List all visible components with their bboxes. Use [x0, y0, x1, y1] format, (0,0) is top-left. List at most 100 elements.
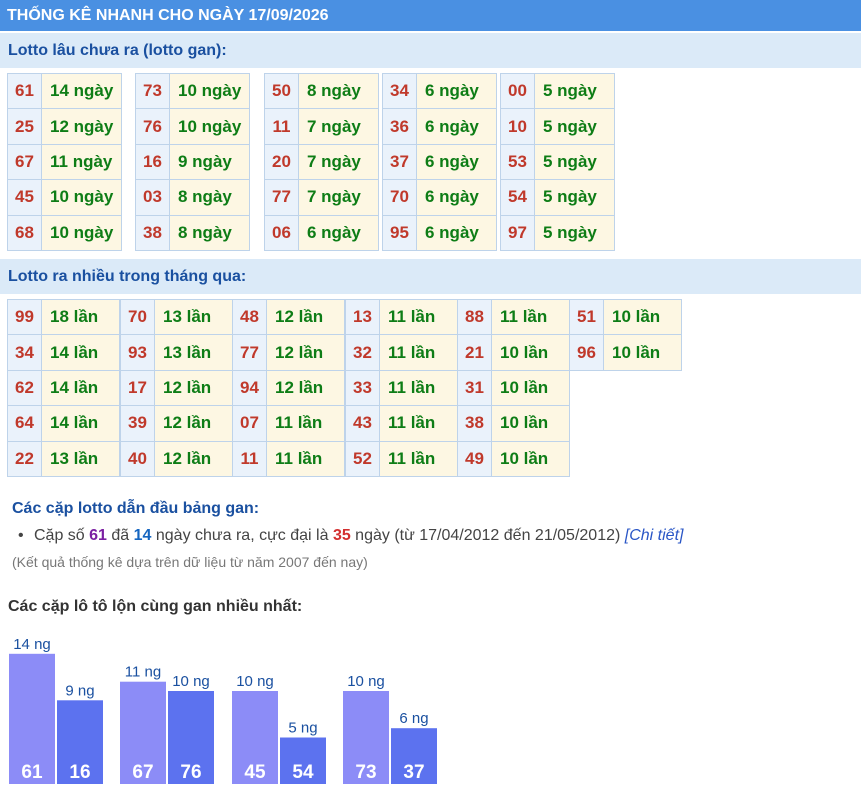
gan-count: 9 ngày: [169, 143, 250, 181]
freq-number: 52: [345, 440, 380, 477]
gan-table-2: 73 10 ngày 76 10 ngày 16 9 ngày 03 8 ngày 38 8 ng…: [135, 72, 250, 251]
gan-count: 5 ngày: [534, 214, 615, 251]
pair-bar-number-label: 45: [244, 762, 266, 783]
freq-number: 77: [232, 334, 267, 371]
detail-link[interactable]: [Chi tiết]: [625, 527, 684, 544]
gan-number: 54: [500, 179, 535, 216]
freq-table-3: 48 12 lần 77 12 lần 94 12 lần 07 11 lần 11 11 lần: [232, 298, 345, 477]
table-row: 34 6 ngày: [382, 72, 497, 110]
table-row: 10 5 ngày: [500, 108, 615, 145]
pair-bar-days-label: 5 ng: [288, 720, 317, 737]
gan-count: 5 ngày: [534, 143, 615, 181]
pair-chart-title: Các cặp lô tô lộn cùng gan nhiều nhất:: [8, 598, 303, 615]
gan-count: 6 ngày: [298, 214, 379, 251]
freq-number: 33: [345, 369, 380, 407]
freq-number: 99: [7, 298, 42, 336]
data-source-note: (Kết quả thống kê dựa trên dữ liệu từ nă…: [12, 554, 368, 570]
pair-bar-days-label: 10 ng: [172, 673, 210, 690]
freq-count: 11 lần: [379, 298, 458, 336]
freq-number: 21: [457, 334, 492, 371]
table-row: 77 12 lần: [232, 334, 345, 371]
freq-number: 31: [457, 369, 492, 407]
gan-number: 06: [264, 214, 299, 251]
freq-table-6: 51 10 lần 96 10 lần: [569, 298, 682, 371]
freq-count: 11 lần: [379, 334, 458, 371]
freq-count: 12 lần: [266, 298, 345, 336]
gan-table-4: 34 6 ngày 36 6 ngày 37 6 ngày 70 6 ngày 95 6 ngày: [382, 72, 497, 251]
gan-number: 68: [7, 214, 42, 251]
table-row: 62 14 lần: [7, 369, 120, 407]
gan-number: 34: [382, 72, 417, 110]
gan-number: 00: [500, 72, 535, 110]
table-row: 07 11 lần: [232, 405, 345, 442]
freq-table-5: 88 11 lần 21 10 lần 31 10 lần 38 10 lần 49 10 lần: [457, 298, 570, 477]
table-row: 31 10 lần: [457, 369, 570, 407]
freq-count: 18 lần: [41, 298, 120, 336]
gan-number: 97: [500, 214, 535, 251]
freq-count: 12 lần: [266, 334, 345, 371]
pair-bar-days-label: 10 ng: [236, 673, 274, 690]
gan-count: 7 ngày: [298, 179, 379, 216]
table-row: 99 18 lần: [7, 298, 120, 336]
table-row: 96 10 lần: [569, 334, 682, 371]
freq-count: 10 lần: [491, 334, 570, 371]
pair-bar-days-label: 10 ng: [347, 673, 385, 690]
lead-summary: • Cặp số 61 đã 14 ngày chưa ra, cực đại l…: [18, 527, 683, 545]
table-row: 38 10 lần: [457, 405, 570, 442]
gan-count: 7 ngày: [298, 108, 379, 145]
gan-table-3: 50 8 ngày 11 7 ngày 20 7 ngày 77 7 ngày 06 6 ngày: [264, 72, 379, 251]
gan-count: 5 ngày: [534, 179, 615, 216]
table-row: 76 10 ngày: [135, 108, 250, 145]
table-row: 16 9 ngày: [135, 143, 250, 181]
gan-count: 7 ngày: [298, 143, 379, 181]
gan-count: 6 ngày: [416, 108, 497, 145]
table-row: 50 8 ngày: [264, 72, 379, 110]
gan-table-1: 61 14 ngày 25 12 ngày 67 11 ngày 45 10 ngày 68 10…: [7, 72, 122, 251]
freq-count: 11 lần: [266, 405, 345, 442]
freq-number: 48: [232, 298, 267, 336]
table-row: 00 5 ngày: [500, 72, 615, 110]
gan-count: 12 ngày: [41, 108, 122, 145]
gan-count: 6 ngày: [416, 214, 497, 251]
gan-number: 10: [500, 108, 535, 145]
pair-bar-number-label: 67: [132, 762, 153, 783]
gan-count: 6 ngày: [416, 179, 497, 216]
gan-count: 5 ngày: [534, 72, 615, 110]
table-row: 11 7 ngày: [264, 108, 379, 145]
gan-count: 14 ngày: [41, 72, 122, 110]
table-row: 52 11 lần: [345, 440, 458, 477]
table-row: 70 6 ngày: [382, 179, 497, 216]
table-row: 39 12 lần: [120, 405, 233, 442]
pair-bar-number-label: 54: [292, 762, 314, 783]
freq-table-4: 13 11 lần 32 11 lần 33 11 lần 43 11 lần 52 11 lần: [345, 298, 458, 477]
table-row: 03 8 ngày: [135, 179, 250, 216]
table-row: 21 10 lần: [457, 334, 570, 371]
table-row: 53 5 ngày: [500, 143, 615, 181]
gan-number: 38: [135, 214, 170, 251]
freq-count: 14 lần: [41, 369, 120, 407]
gan-count: 8 ngày: [169, 179, 250, 216]
table-row: 48 12 lần: [232, 298, 345, 336]
freq-count: 12 lần: [266, 369, 345, 407]
freq-count: 10 lần: [491, 405, 570, 442]
freq-number: 39: [120, 405, 155, 442]
freq-number: 40: [120, 440, 155, 477]
pair-bar-days-label: 6 ng: [399, 710, 428, 727]
pair-bar-number-label: 16: [69, 762, 90, 783]
freq-count: 10 lần: [491, 440, 570, 477]
gan-number: 25: [7, 108, 42, 145]
freq-number: 94: [232, 369, 267, 407]
freq-count: 13 lần: [154, 298, 233, 336]
gan-count: 8 ngày: [169, 214, 250, 251]
freq-number: 32: [345, 334, 380, 371]
gan-number: 95: [382, 214, 417, 251]
lead-pair-number: 61: [89, 527, 107, 544]
freq-count: 13 lần: [41, 440, 120, 477]
pair-bar-number-label: 76: [180, 762, 201, 783]
table-row: 11 11 lần: [232, 440, 345, 477]
table-row: 88 11 lần: [457, 298, 570, 336]
table-row: 25 12 ngày: [7, 108, 122, 145]
table-row: 37 6 ngày: [382, 143, 497, 181]
lead-text-2: đã: [106, 527, 134, 544]
freq-number: 64: [7, 405, 42, 442]
